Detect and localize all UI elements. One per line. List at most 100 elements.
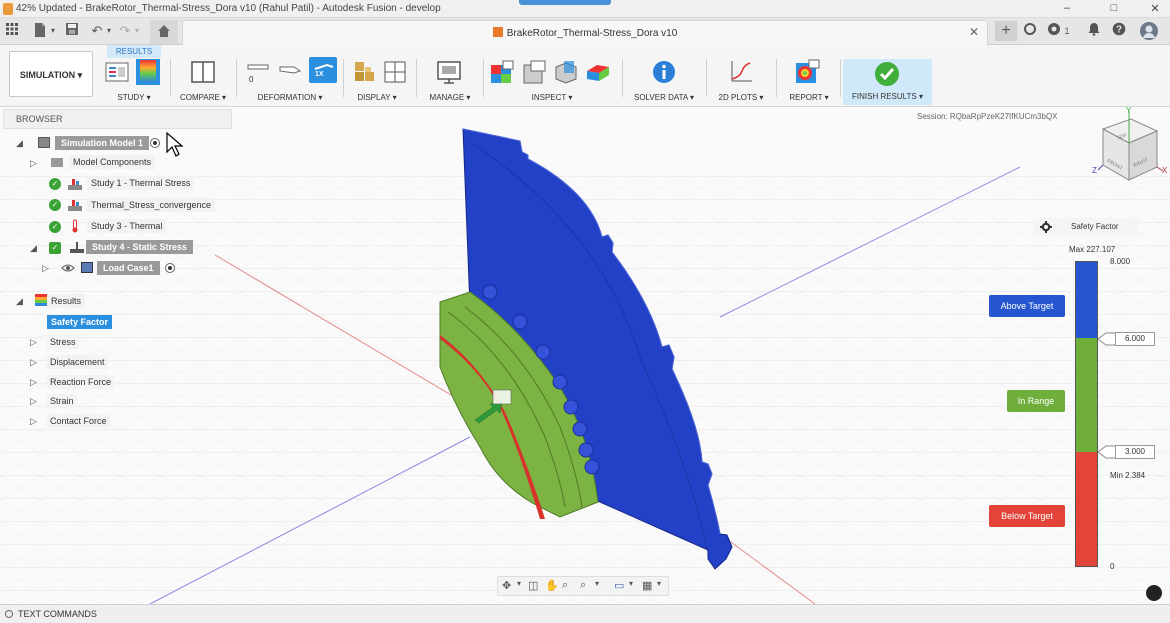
inspect-surface-probes-icon[interactable] (489, 59, 515, 85)
load-case-expand-icon[interactable]: ▷ (42, 263, 49, 274)
result-displacement[interactable]: Displacement (47, 355, 108, 369)
2d-plots-group[interactable]: 2D PLOTS ▾ (710, 53, 772, 103)
orbit-icon[interactable]: ✥ (502, 579, 511, 592)
results-colormap-icon[interactable] (136, 59, 160, 85)
study-settings-icon[interactable] (104, 59, 130, 85)
chat-icon[interactable] (1146, 585, 1162, 601)
user-avatar[interactable] (1139, 22, 1159, 40)
study-3-node[interactable]: Study 3 - Thermal (87, 219, 167, 233)
result-strain[interactable]: Strain (47, 394, 77, 408)
file-icon[interactable] (30, 22, 50, 40)
solver-data-group[interactable]: SOLVER DATA ▾ (626, 53, 702, 103)
strain-expand-icon[interactable]: ▷ (30, 396, 37, 407)
study-1-node[interactable]: Study 1 - Thermal Stress (87, 176, 195, 190)
help-icon[interactable]: ? (1111, 22, 1127, 40)
deformation-group[interactable]: 0 1X DEFORMATION ▾ (240, 53, 340, 103)
report-group[interactable]: REPORT ▾ (780, 53, 838, 103)
deformation-adjusted-icon[interactable] (278, 59, 302, 85)
grid-chevron-icon[interactable]: ▾ (657, 579, 661, 588)
result-stress[interactable]: Stress (47, 335, 79, 349)
inspect-slice-plane-icon[interactable] (585, 59, 611, 85)
home-icon[interactable] (150, 20, 178, 44)
result-contact-force[interactable]: Contact Force (47, 414, 110, 428)
gear-icon[interactable] (1040, 221, 1052, 233)
load-case-active-radio[interactable] (165, 263, 175, 273)
study-label[interactable]: STUDY ▾ (100, 93, 168, 102)
zoom-window-icon[interactable]: ⌕ (580, 579, 586, 592)
new-tab-button[interactable]: + (995, 21, 1017, 41)
save-icon[interactable] (63, 22, 81, 40)
zoom-chevron-icon[interactable]: ▾ (595, 579, 599, 588)
result-reaction-force[interactable]: Reaction Force (47, 375, 115, 389)
manage-label[interactable]: MANAGE ▾ (420, 93, 480, 102)
zoom-icon[interactable]: ⌕ (562, 579, 568, 592)
deformation-true-scale-button[interactable]: 1X (309, 57, 337, 83)
compare-group[interactable]: COMPARE ▾ (172, 53, 234, 103)
finish-results-label[interactable]: FINISH RESULTS ▾ (843, 92, 932, 101)
load-case-node[interactable]: Load Case1 (97, 261, 160, 275)
reaction-force-expand-icon[interactable]: ▷ (30, 377, 37, 388)
manage-icon[interactable] (436, 59, 462, 85)
model-collapse-icon[interactable]: ◢ (16, 138, 23, 149)
deformation-label[interactable]: DEFORMATION ▾ (240, 93, 340, 102)
model-components-node[interactable]: Model Components (69, 155, 156, 169)
display-label[interactable]: DISPLAY ▾ (346, 93, 408, 102)
display-mesh-icon[interactable] (352, 59, 378, 85)
display-settings-icon[interactable]: ▭ (614, 579, 624, 592)
tab-document[interactable]: BrakeRotor_Thermal-Stress_Dora v10 ✕ (182, 20, 988, 45)
workspace-switcher[interactable]: SIMULATION ▾ (9, 51, 93, 97)
undo-chevron-icon[interactable]: ▾ (104, 22, 114, 40)
2d-plots-label[interactable]: 2D PLOTS ▾ (710, 93, 772, 102)
study-group[interactable]: STUDY ▾ (100, 53, 168, 103)
eye-icon[interactable] (61, 263, 75, 273)
lower-target-input[interactable]: 3.000 (1115, 445, 1155, 459)
displacement-expand-icon[interactable]: ▷ (30, 357, 37, 368)
study-4-collapse-icon[interactable]: ◢ (30, 243, 37, 254)
grid-settings-icon[interactable]: ▦ (642, 579, 652, 592)
solver-data-label[interactable]: SOLVER DATA ▾ (626, 93, 702, 102)
text-commands-label[interactable]: TEXT COMMANDS (18, 609, 97, 619)
results-collapse-icon[interactable]: ◢ (16, 296, 23, 307)
study-2-node[interactable]: Thermal_Stress_convergence (87, 198, 216, 212)
minimize-button[interactable]: – (1058, 2, 1076, 14)
upper-target-input[interactable]: 6.000 (1115, 332, 1155, 346)
grid-icon[interactable] (4, 22, 20, 40)
finish-results-group[interactable]: FINISH RESULTS ▾ (843, 59, 932, 105)
inspect-group[interactable]: INSPECT ▾ (487, 53, 617, 103)
redo-chevron-icon[interactable]: ▾ (132, 22, 142, 40)
display-group[interactable]: DISPLAY ▾ (346, 53, 408, 103)
inspect-section-icon[interactable] (553, 59, 579, 85)
lower-target-marker-icon[interactable] (1098, 445, 1116, 459)
undo-icon[interactable]: ↶ (89, 22, 105, 40)
jobs-icon[interactable] (1046, 22, 1062, 40)
stress-expand-icon[interactable]: ▷ (30, 337, 37, 348)
finish-check-icon[interactable] (874, 61, 900, 87)
file-menu-chevron-icon[interactable]: ▾ (48, 22, 58, 40)
bell-icon[interactable] (1086, 22, 1102, 40)
results-node[interactable]: Results (47, 294, 86, 308)
report-icon[interactable] (794, 59, 820, 85)
components-expand-icon[interactable]: ▷ (30, 158, 37, 169)
close-tab-button[interactable]: ✕ (969, 25, 979, 39)
orbit-chevron-icon[interactable]: ▾ (517, 579, 521, 588)
manage-group[interactable]: MANAGE ▾ (420, 53, 480, 103)
contact-force-expand-icon[interactable]: ▷ (30, 416, 37, 427)
info-icon[interactable] (651, 59, 677, 85)
study-4-node[interactable]: Study 4 - Static Stress (86, 240, 194, 254)
pan-icon[interactable]: ✋ (545, 579, 559, 592)
redo-icon[interactable]: ↷ (117, 22, 133, 40)
inspect-label[interactable]: INSPECT ▾ (487, 93, 617, 102)
legend-header[interactable]: Safety Factor (1033, 218, 1138, 236)
simulation-model-node[interactable]: Simulation Model 1 (55, 136, 150, 150)
text-commands-icon[interactable] (5, 610, 13, 618)
compare-label[interactable]: COMPARE ▾ (172, 93, 234, 102)
display-grid-icon[interactable] (384, 59, 406, 85)
result-safety-factor[interactable]: Safety Factor (47, 315, 113, 329)
report-label[interactable]: REPORT ▾ (780, 93, 838, 102)
close-window-button[interactable]: ✕ (1146, 2, 1164, 15)
sync-icon[interactable] (1022, 22, 1038, 40)
maximize-button[interactable]: □ (1105, 2, 1123, 14)
plot-icon[interactable] (728, 59, 754, 85)
upper-target-marker-icon[interactable] (1098, 332, 1116, 346)
browser-header[interactable]: BROWSER (3, 109, 232, 129)
